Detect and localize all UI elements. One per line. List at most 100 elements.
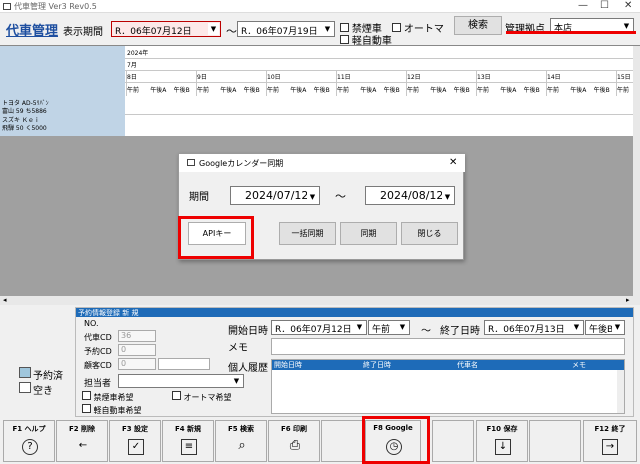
slot-header: 午後A — [570, 87, 587, 94]
car-2-plate: 飛騨 50 く5000 — [2, 125, 47, 132]
dialog-period-label: 期間 — [189, 192, 209, 203]
blank-fkey-3 — [529, 420, 581, 462]
slot-header: 午後A — [220, 87, 237, 94]
sync-button[interactable]: 同期 — [340, 222, 397, 245]
wish-kei[interactable]: 軽自動車希望 — [82, 404, 142, 416]
f2-delete-button[interactable]: F2 削除 ← — [56, 420, 108, 462]
history-table[interactable]: 開始日時 終了日時 代車名 メモ — [271, 359, 625, 414]
checkbox-wish-auto[interactable] — [172, 391, 181, 400]
header-left-pane — [0, 46, 125, 96]
help-icon: ? — [22, 439, 38, 455]
start-time-select[interactable]: 午前 ▼ — [368, 320, 410, 335]
f5-search-button[interactable]: F5 検索 ⌕ — [215, 420, 267, 462]
chevron-down-icon: ▼ — [397, 321, 408, 333]
maximize-button[interactable]: ☐ — [600, 0, 609, 11]
end-time-select[interactable]: 午後B ▼ — [585, 320, 625, 335]
dialog-close-button[interactable]: 閉じる — [401, 222, 458, 245]
kokyaku-name-field[interactable] — [158, 358, 210, 370]
slot-header: 午後A — [290, 87, 307, 94]
chevron-down-icon: ▼ — [354, 321, 365, 333]
settings-icon: ✓ — [128, 439, 144, 455]
start-date-select[interactable]: R．06年07月12日 ▼ — [271, 320, 367, 335]
checkbox-kei[interactable] — [340, 35, 349, 44]
yoyaku-cd-field[interactable]: 0 — [118, 344, 156, 356]
period-tilde: ～ — [226, 25, 237, 38]
tantou-select[interactable]: ▼ — [118, 374, 244, 388]
f4-label: F4 新規 — [174, 425, 202, 433]
checkbox-auto[interactable] — [392, 23, 401, 32]
scroll-left-icon[interactable]: ◂ — [3, 296, 7, 304]
delete-icon: ← — [78, 440, 88, 451]
slot-header: 午後A — [150, 87, 167, 94]
slot-header: 午後B — [313, 87, 330, 94]
daisha-cd-label: 代車CD — [84, 333, 112, 342]
vertical-scrollbar[interactable] — [633, 46, 640, 296]
save-icon: ↓ — [495, 439, 511, 455]
kokyaku-cd-label: 顧客CD — [84, 361, 112, 370]
blank-fkey-2 — [432, 420, 474, 462]
search-button[interactable]: 検索 — [454, 16, 502, 35]
slot-header: 午後B — [453, 87, 470, 94]
from-date-select[interactable]: R．06年07月12日 ▼ — [111, 21, 221, 37]
blank-fkey-1 — [321, 420, 363, 462]
kokyaku-cd-field[interactable]: 0 — [118, 358, 156, 370]
checkbox-kinen[interactable] — [340, 23, 349, 32]
dialog-tilde: ～ — [335, 190, 346, 203]
history-header: 開始日時 終了日時 代車名 メモ — [272, 360, 624, 370]
slot-header: 午後B — [173, 87, 190, 94]
dialog-app-icon — [187, 159, 195, 166]
day-header: 13日 — [477, 74, 491, 81]
dialog-from-select[interactable]: 2024/07/12 ▼ — [230, 186, 320, 205]
f10-save-button[interactable]: F10 保存 ↓ — [476, 420, 528, 462]
daisha-cd-field[interactable]: 36 — [118, 330, 156, 342]
f1-help-button[interactable]: F1 ヘルプ ? — [3, 420, 55, 462]
wish-auto[interactable]: オートマ希望 — [172, 391, 232, 403]
history-col-end: 終了日時 — [363, 361, 391, 369]
bulk-sync-button[interactable]: 一括同期 — [279, 222, 336, 245]
day-header: 11日 — [337, 74, 351, 81]
horizontal-scrollbar[interactable]: ◂ ▸ — [0, 296, 640, 305]
memo-field[interactable] — [271, 338, 625, 355]
f6-print-button[interactable]: F6 印刷 ⎙ — [268, 420, 320, 462]
start-label: 開始日時 — [228, 326, 268, 337]
end-date-value: R．06年07月13日 — [488, 325, 565, 335]
wish-kinen[interactable]: 禁煙車希望 — [82, 391, 134, 403]
wish-kei-label: 軽自動車希望 — [93, 406, 142, 415]
exit-icon: → — [602, 439, 618, 455]
f4-new-button[interactable]: F4 新規 ≡ — [162, 420, 214, 462]
filter-auto[interactable]: オートマ — [392, 20, 444, 35]
f12-label: F12 終了 — [594, 425, 626, 433]
day-header: 10日 — [267, 74, 281, 81]
end-label: 終了日時 — [440, 326, 480, 337]
slot-header: 午前 — [547, 87, 560, 94]
window-titlebar: 代車管理 Ver3 Rev0.5 — ☐ ✕ — [0, 0, 640, 13]
schedule-header: 2024年 7月 8日 9日 10日 11日 12日 13日 14日 15日 午前 午後A 午後B… — [0, 46, 633, 136]
slot-header: 午後B — [243, 87, 260, 94]
close-button[interactable]: ✕ — [624, 0, 632, 11]
slot-header: 午後B — [593, 87, 610, 94]
slot-header: 午後A — [360, 87, 377, 94]
dialog-close-icon[interactable]: ✕ — [449, 157, 457, 168]
f2-label: F2 削除 — [68, 425, 96, 433]
window-title: 代車管理 Ver3 Rev0.5 — [14, 2, 97, 11]
car-list: トヨタ AD-5ﾘﾊﾞﾝ 富山 59 ち5886 スズキ Ｋｅｉ 飛騨 50 く… — [0, 96, 125, 136]
chevron-down-icon: ▼ — [208, 23, 219, 35]
year-label: 2024年 — [127, 50, 149, 57]
car-1-plate: 富山 59 ち5886 — [2, 108, 47, 115]
grid-line — [125, 58, 633, 59]
minimize-button[interactable]: — — [578, 0, 588, 11]
f8-highlight — [362, 416, 430, 464]
legend-free-swatch — [19, 382, 31, 393]
f3-label: F3 設定 — [121, 425, 149, 433]
to-date-select[interactable]: R．06年07月19日 ▼ — [237, 21, 335, 37]
scroll-right-icon[interactable]: ▸ — [626, 296, 630, 304]
checkbox-wish-kinen[interactable] — [82, 391, 91, 400]
reservation-title: 予約情報登録 新 規 — [78, 309, 139, 317]
history-scrollbar[interactable] — [617, 370, 624, 413]
dialog-to-select[interactable]: 2024/08/12 ▼ — [365, 186, 455, 205]
end-date-select[interactable]: R．06年07月13日 ▼ — [484, 320, 584, 335]
dialog-from-value: 2024/07/12 — [245, 189, 309, 202]
f12-exit-button[interactable]: F12 終了 → — [583, 420, 637, 462]
f3-settings-button[interactable]: F3 設定 ✓ — [109, 420, 161, 462]
checkbox-wish-kei[interactable] — [82, 404, 91, 413]
